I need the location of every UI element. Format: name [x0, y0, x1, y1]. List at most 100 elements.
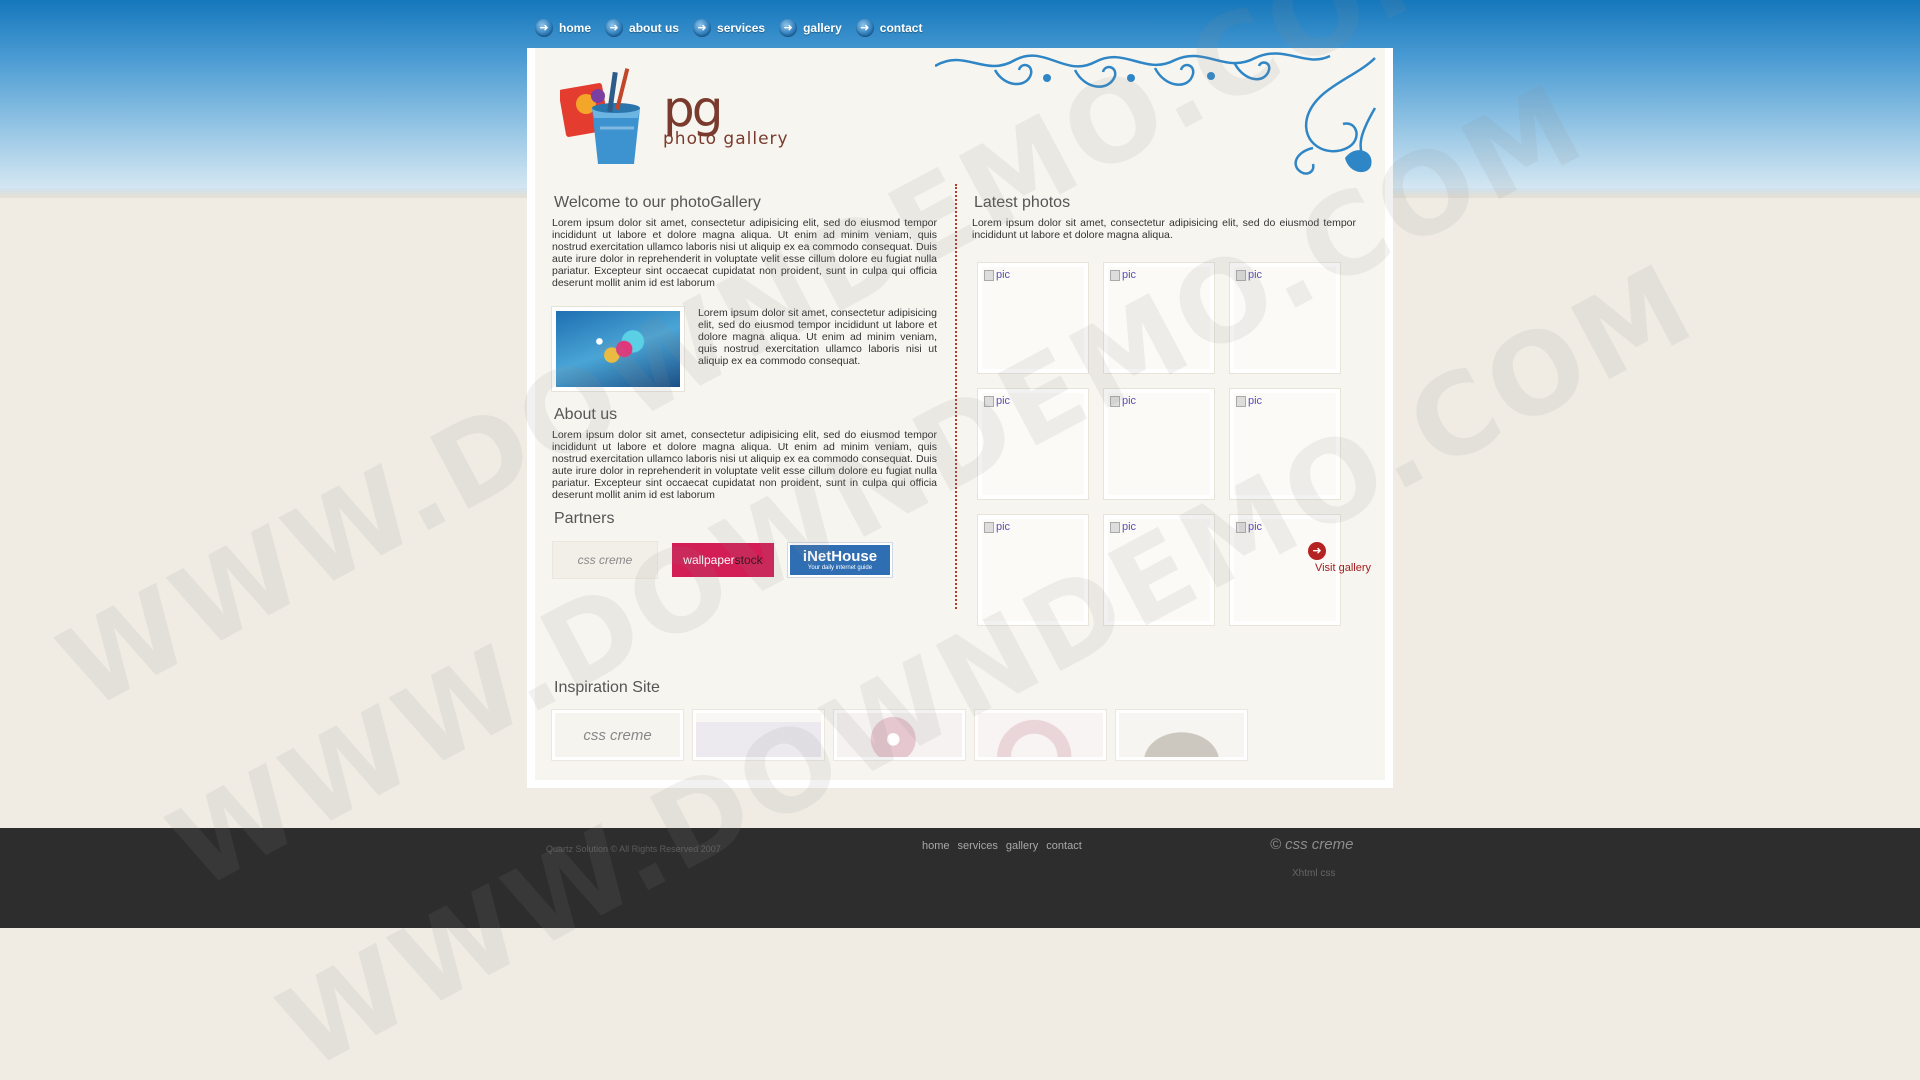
feature-text: Lorem ipsum dolor sit amet, consectetur … — [698, 307, 937, 367]
photo-thumb[interactable]: pic — [1104, 515, 1214, 625]
logo-sub-text: photo gallery — [663, 129, 789, 149]
main-nav: ➜ home ➜ about us ➜ services ➜ gallery ➜… — [535, 14, 922, 42]
inspiration-site-1[interactable]: css creme — [552, 710, 683, 760]
inspiration-site-3[interactable] — [834, 710, 965, 760]
feature-image[interactable] — [552, 307, 684, 391]
floral-swirl-decoration — [934, 48, 1385, 183]
inspiration-site-4[interactable] — [975, 710, 1106, 760]
pic-alt-text: pic — [996, 269, 1011, 281]
inspiration-heading: Inspiration Site — [554, 679, 660, 696]
site-header: pg photo gallery — [535, 48, 1385, 178]
partner-inethouse[interactable]: iNetHouse Your daily internet guide — [788, 543, 892, 577]
broken-image-icon — [1110, 396, 1120, 407]
wallpaper-logo-text-1: wallpaper — [683, 553, 735, 567]
footer-nav: home services gallery contact — [922, 840, 1082, 852]
arrow-right-icon: ➜ — [693, 19, 712, 37]
inspiration-thumb — [978, 713, 1103, 757]
content-panel-inner: pg photo gallery Welcome to our photoGal… — [535, 48, 1385, 780]
css-creme-logo-text: css creme — [583, 726, 652, 744]
inspiration-list: css creme — [552, 710, 1382, 760]
wallpaper-logo-text-2: stock — [734, 553, 763, 567]
photo-grid: pic pic pic pic pic pic pic pic pic — [978, 263, 1356, 625]
inspiration-thumb: css creme — [555, 713, 680, 757]
pic-alt-text: pic — [996, 521, 1011, 533]
photo-thumb[interactable]: pic — [1230, 263, 1340, 373]
broken-image-icon — [984, 396, 994, 407]
arrow-right-icon: ➜ — [855, 19, 874, 37]
inspiration-site-2[interactable] — [693, 710, 824, 760]
arrow-right-icon: ➜ — [605, 19, 624, 37]
site-logo[interactable]: pg photo gallery — [663, 84, 789, 148]
pic-alt-text: pic — [1248, 521, 1263, 533]
broken-image-icon — [1236, 270, 1246, 281]
pic-alt-text: pic — [1248, 269, 1263, 281]
nav-label: gallery — [803, 21, 842, 35]
pic-alt-text: pic — [1122, 521, 1137, 533]
nav-item-gallery[interactable]: ➜ gallery — [779, 19, 842, 37]
site-footer: Quartz Solution © All Rights Reserved 20… — [0, 828, 1920, 928]
feature-image-art — [556, 311, 680, 387]
footer-css-creme-logo[interactable]: © css creme — [1270, 836, 1353, 853]
latest-photos-text: Lorem ipsum dolor sit amet, consectetur … — [972, 217, 1356, 241]
nav-item-contact[interactable]: ➜ contact — [855, 19, 923, 37]
photo-thumb[interactable]: pic — [978, 515, 1088, 625]
footer-link-gallery[interactable]: gallery — [1006, 840, 1038, 852]
pic-alt-text: pic — [1122, 395, 1137, 407]
broken-image-icon — [984, 522, 994, 533]
photo-thumb[interactable]: pic — [1104, 389, 1214, 499]
content-panel: pg photo gallery Welcome to our photoGal… — [527, 48, 1393, 788]
left-column: Welcome to our photoGallery Lorem ipsum … — [552, 193, 937, 579]
nav-item-about-us[interactable]: ➜ about us — [605, 19, 679, 37]
photo-thumb[interactable]: pic — [978, 389, 1088, 499]
nav-item-services[interactable]: ➜ services — [693, 19, 765, 37]
copyright-text: Quartz Solution © All Rights Reserved 20… — [546, 844, 721, 854]
column-divider — [955, 184, 957, 609]
inspiration-thumb — [1119, 713, 1244, 757]
swirl-icon: © — [1270, 836, 1282, 853]
latest-photos-heading: Latest photos — [974, 194, 1071, 211]
arrow-right-icon: ➜ — [535, 19, 553, 37]
about-heading: About us — [554, 406, 618, 423]
broken-image-icon — [1110, 270, 1120, 281]
footer-link-home[interactable]: home — [922, 840, 950, 852]
nav-label: about us — [629, 21, 680, 35]
pic-alt-text: pic — [1122, 269, 1137, 281]
welcome-heading: Welcome to our photoGallery — [554, 194, 761, 211]
photo-thumb[interactable]: pic — [1104, 263, 1214, 373]
welcome-text: Lorem ipsum dolor sit amet, consectetur … — [552, 217, 937, 289]
right-column: Latest photos Lorem ipsum dolor sit amet… — [972, 193, 1356, 625]
css-creme-logo-text: css creme — [577, 553, 633, 567]
inspiration-section: Inspiration Site css creme — [552, 678, 1382, 760]
feature-block: Lorem ipsum dolor sit amet, consectetur … — [552, 307, 937, 391]
partner-css-creme[interactable]: css creme — [552, 541, 658, 579]
footer-sub-text: Xhtml css — [1292, 868, 1336, 879]
visit-gallery-link[interactable]: ➜ Visit gallery — [1307, 542, 1371, 574]
broken-image-icon — [1236, 522, 1246, 533]
broken-image-icon — [1110, 522, 1120, 533]
about-text: Lorem ipsum dolor sit amet, consectetur … — [552, 429, 937, 501]
partners-heading: Partners — [554, 510, 615, 527]
nav-label: home — [559, 21, 592, 35]
broken-image-icon — [984, 270, 994, 281]
photo-thumb[interactable]: pic — [1230, 389, 1340, 499]
partner-wallpaperstock[interactable]: wallpaper stock — [672, 543, 774, 577]
nav-label: contact — [879, 21, 923, 35]
photo-thumb[interactable]: pic — [978, 263, 1088, 373]
footer-link-services[interactable]: services — [958, 840, 998, 852]
broken-image-icon — [1236, 396, 1246, 407]
paint-cup-icon — [558, 68, 650, 173]
inethouse-logo-text: iNetHouse — [802, 547, 878, 565]
inspiration-thumb — [696, 713, 821, 757]
nav-label: services — [717, 21, 766, 35]
arrow-right-icon: ➜ — [779, 19, 798, 37]
logo-main-text: pg — [663, 80, 723, 138]
footer-link-contact[interactable]: contact — [1046, 840, 1081, 852]
inethouse-tagline: Your daily internet guide — [807, 564, 873, 571]
nav-item-home[interactable]: ➜ home — [535, 19, 591, 37]
arrow-right-icon: ➜ — [1307, 542, 1326, 560]
footer-logo-text: css creme — [1285, 836, 1354, 853]
inspiration-thumb — [837, 713, 962, 757]
partners-list: css creme wallpaper stock iNetHouse Your … — [552, 541, 937, 579]
pic-alt-text: pic — [996, 395, 1011, 407]
inspiration-site-5[interactable] — [1116, 710, 1247, 760]
